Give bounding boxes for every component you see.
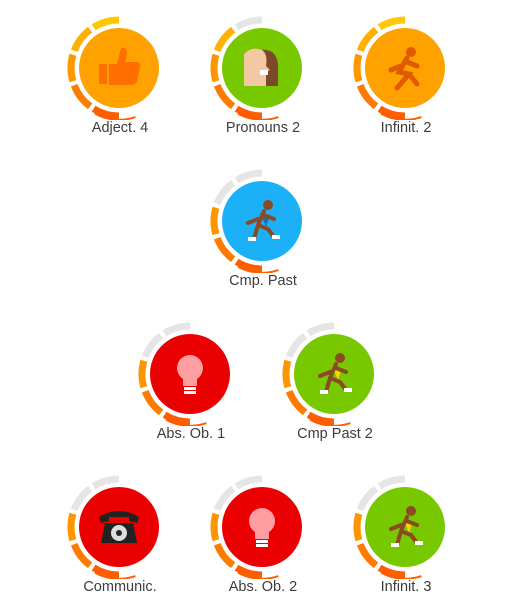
- progress-segment: [210, 53, 220, 83]
- progress-ring: [210, 16, 302, 120]
- skill-cmp-past[interactable]: Cmp. Past: [203, 163, 323, 303]
- progress-ring: [210, 169, 302, 273]
- progress-ring: [353, 475, 445, 579]
- progress-ring: [67, 475, 159, 579]
- skill-infinit-2[interactable]: Infinit. 2: [346, 10, 466, 150]
- progress-segment: [377, 475, 406, 490]
- skill-label: Cmp Past 2: [297, 426, 373, 442]
- skill-label: Adject. 4: [91, 120, 149, 136]
- faces-icon: [244, 48, 278, 87]
- skill-label: Abs. Ob. 1: [156, 426, 226, 442]
- progress-ring: [282, 322, 374, 426]
- skill-label: Cmp. Past: [229, 273, 297, 289]
- progress-segment: [377, 16, 406, 31]
- skill-label: Infinit. 2: [380, 120, 432, 136]
- progress-segment: [353, 53, 363, 83]
- skill-abs-ob-2[interactable]: Abs. Ob. 2: [203, 469, 323, 609]
- skill-adject-4[interactable]: Adject. 4: [60, 10, 180, 150]
- telephone-icon: [99, 511, 139, 543]
- progress-ring: [353, 16, 445, 120]
- progress-segment: [67, 53, 77, 83]
- skill-label: Communic.: [83, 579, 157, 595]
- progress-segment: [162, 322, 191, 337]
- skill-infinit-3[interactable]: Infinit. 3: [346, 469, 466, 609]
- progress-segment: [138, 359, 148, 389]
- skill-label: Pronouns 2: [225, 120, 301, 136]
- progress-segment: [91, 16, 120, 31]
- progress-ring: [67, 16, 159, 120]
- progress-segment: [91, 475, 120, 490]
- skill-communic[interactable]: Communic.: [60, 469, 180, 609]
- skill-abs-ob-1[interactable]: Abs. Ob. 1: [131, 316, 251, 456]
- skill-pronouns-2[interactable]: Pronouns 2: [203, 10, 323, 150]
- progress-segment: [67, 512, 77, 542]
- progress-ring: [210, 475, 302, 579]
- progress-segment: [210, 206, 220, 236]
- skill-label: Abs. Ob. 2: [228, 579, 298, 595]
- progress-segment: [353, 512, 363, 542]
- progress-segment: [210, 512, 220, 542]
- progress-segment: [234, 169, 263, 184]
- progress-segment: [234, 16, 263, 31]
- progress-segment: [306, 322, 335, 337]
- progress-segment: [234, 475, 263, 490]
- progress-ring: [138, 322, 230, 426]
- skill-label: Infinit. 3: [380, 579, 432, 595]
- progress-segment: [282, 359, 292, 389]
- skill-cmp-past-2[interactable]: Cmp Past 2: [275, 316, 395, 456]
